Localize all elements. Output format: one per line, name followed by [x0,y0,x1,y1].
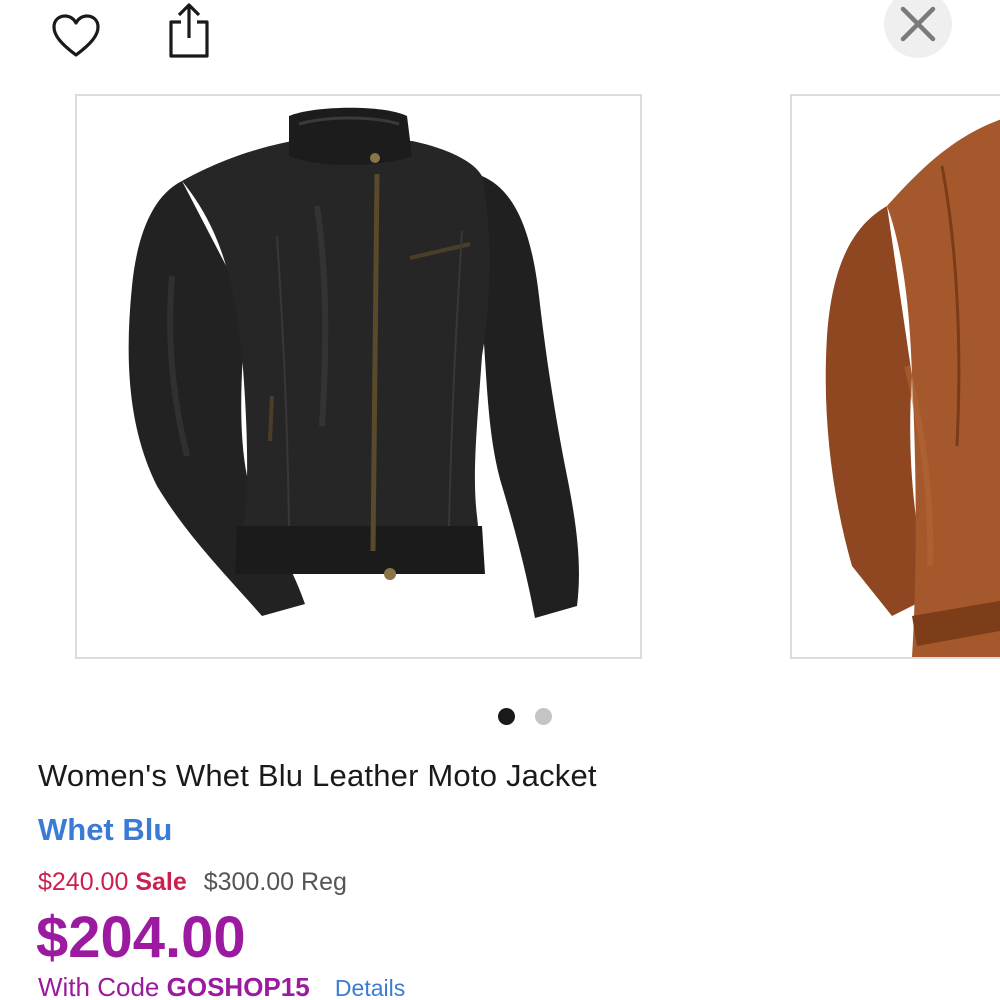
promo-price: $204.00 [36,905,246,970]
promo-code-row: With Code GOSHOP15 Details [38,972,405,1000]
product-quick-view: Women's Whet Blu Leather Moto Jacket Whe… [0,0,1000,1000]
close-button[interactable] [884,0,952,58]
promo-prefix: With Code [38,972,160,1000]
favorite-button[interactable] [44,6,108,66]
promo-code: GOSHOP15 [166,972,310,1000]
heart-icon [52,14,100,57]
carousel-dot-1[interactable] [498,708,515,725]
share-icon [169,3,209,58]
brand-link[interactable]: Whet Blu [38,812,172,848]
sale-price: $240.00 [38,868,129,896]
product-image-brown-jacket[interactable] [790,94,1000,659]
product-title: Women's Whet Blu Leather Moto Jacket [38,758,597,793]
close-icon [900,6,936,42]
details-link[interactable]: Details [335,975,405,1000]
regular-price: $300.00 Reg [203,868,347,896]
product-image-black-jacket[interactable] [75,94,642,659]
carousel-dot-2[interactable] [535,708,552,725]
carousel-pagination [498,708,552,725]
product-image-carousel[interactable] [0,94,1000,662]
share-button[interactable] [158,0,220,62]
price-row: $240.00 Sale $300.00 Reg [38,868,347,897]
sale-label: Sale [135,868,187,896]
